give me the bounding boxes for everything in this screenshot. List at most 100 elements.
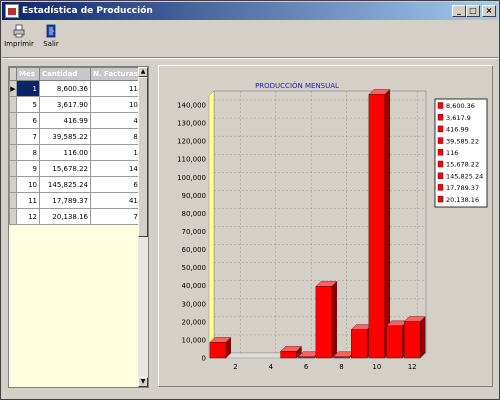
table-row[interactable]: 8 116.00 1 [9, 144, 141, 161]
table-header-row: Mes Cantidad N. Facturas [9, 67, 141, 81]
cell-facturas[interactable]: 7 [90, 208, 141, 225]
table-row[interactable]: 12 20,138.16 7 [9, 208, 141, 225]
y-tick-label: 120,000 [177, 138, 206, 146]
cell-mes[interactable]: 10 [16, 176, 40, 193]
cell-mes[interactable]: 9 [16, 160, 40, 177]
y-tick-label: 90,000 [182, 192, 207, 200]
table-row[interactable]: 9 15,678.22 14 [9, 160, 141, 177]
cell-cantidad[interactable]: 17,789.37 [39, 192, 91, 209]
cell-mes[interactable]: 12 [16, 208, 40, 225]
y-tick-label: 80,000 [182, 210, 207, 218]
cell-cantidad[interactable]: 3,617.90 [39, 96, 91, 113]
cell-facturas[interactable]: 11 [90, 80, 141, 97]
vertical-scrollbar[interactable]: ▲ ▼ [138, 67, 148, 387]
cell-mes[interactable]: 5 [16, 96, 40, 113]
legend-entry: 3,617.9 [446, 114, 471, 122]
chart-title: PRODUCCIÓN MENSUAL [255, 81, 339, 90]
legend-swatch [437, 195, 444, 203]
column-header-cantidad[interactable]: Cantidad [39, 67, 91, 81]
cell-cantidad[interactable]: 39,585.22 [39, 128, 91, 145]
y-tick-label: 10,000 [182, 336, 207, 344]
exit-door-icon [46, 24, 56, 38]
legend-entry: 116 [446, 149, 458, 157]
scroll-up-arrow[interactable]: ▲ [138, 67, 148, 77]
legend-swatch [437, 149, 444, 156]
scroll-down-arrow[interactable]: ▼ [138, 377, 148, 387]
cell-cantidad[interactable]: 416.99 [39, 112, 91, 129]
y-tick-label: 30,000 [182, 300, 207, 308]
legend-entry: 145,825.24 [446, 172, 483, 180]
x-tick-label: 2 [233, 363, 237, 371]
legend-entry: 8,600.36 [446, 102, 475, 110]
data-table: Mes Cantidad N. Facturas ▶ 1 8,600.36 11 5 3,… [9, 67, 141, 225]
cell-facturas[interactable]: 10 [90, 96, 141, 113]
legend-swatch [437, 125, 444, 133]
cell-mes[interactable]: 11 [16, 192, 40, 209]
cell-cantidad[interactable]: 145,825.24 [39, 176, 91, 193]
row-indicator [9, 96, 17, 113]
minimize-button[interactable]: _ [452, 5, 466, 17]
cell-facturas[interactable]: 41 [90, 192, 141, 209]
x-tick-label: 10 [372, 363, 381, 371]
close-button[interactable]: × [482, 5, 496, 17]
row-indicator [9, 144, 17, 161]
exit-label: Salir [43, 40, 59, 48]
y-tick-label: 0 [202, 355, 206, 363]
cell-facturas[interactable]: 6 [90, 176, 141, 193]
printer-icon [13, 24, 25, 38]
toolbar: Imprimir Salir [2, 21, 498, 55]
row-indicator [9, 192, 17, 209]
table-row[interactable]: 7 39,585.22 8 [9, 128, 141, 145]
print-label: Imprimir [4, 40, 34, 48]
y-tick-label: 60,000 [182, 246, 207, 254]
legend-swatch [437, 137, 444, 144]
y-tick-label: 130,000 [177, 120, 206, 128]
cell-mes[interactable]: 1 [16, 80, 40, 97]
bar [209, 336, 232, 359]
row-indicator [9, 128, 17, 145]
bar [403, 316, 426, 359]
cell-cantidad[interactable]: 20,138.16 [39, 208, 91, 225]
cell-mes[interactable]: 7 [16, 128, 40, 145]
cell-mes[interactable]: 8 [16, 144, 40, 161]
row-indicator-header [9, 67, 17, 81]
cell-cantidad[interactable]: 15,678.22 [39, 160, 91, 177]
data-grid[interactable]: Mes Cantidad N. Facturas ▶ 1 8,600.36 11 5 3,… [8, 66, 149, 388]
table-row[interactable]: 11 17,789.37 41 [9, 192, 141, 209]
x-tick-label: 4 [269, 363, 274, 371]
x-tick-label: 12 [408, 363, 417, 371]
x-tick-label: 6 [304, 363, 309, 371]
table-row[interactable]: ▶ 1 8,600.36 11 [9, 80, 141, 97]
app-window: Estadística de Producción _ □ × Imprimir… [0, 0, 500, 400]
legend-swatch [437, 160, 444, 168]
table-row[interactable]: 10 145,825.24 6 [9, 176, 141, 193]
exit-button[interactable]: Salir [34, 23, 68, 53]
column-header-mes[interactable]: Mes [16, 67, 40, 81]
legend-swatch [437, 102, 444, 109]
cell-cantidad[interactable]: 8,600.36 [39, 80, 91, 97]
cell-facturas[interactable]: 14 [90, 160, 141, 177]
print-button[interactable]: Imprimir [2, 23, 36, 53]
cell-mes[interactable]: 6 [16, 112, 40, 129]
column-header-facturas[interactable]: N. Facturas [90, 67, 141, 81]
legend-entry: 15,678.22 [446, 161, 479, 169]
maximize-button[interactable]: □ [466, 5, 480, 17]
app-icon [5, 4, 19, 18]
table-row[interactable]: 5 3,617.90 10 [9, 96, 141, 113]
cell-cantidad[interactable]: 116.00 [39, 144, 91, 161]
x-tick-label: 8 [339, 363, 343, 371]
cell-facturas[interactable]: 8 [90, 128, 141, 145]
y-tick-label: 40,000 [182, 282, 207, 290]
row-indicator [9, 160, 17, 177]
legend-swatch [437, 172, 444, 179]
scroll-thumb[interactable] [138, 77, 148, 237]
cell-facturas[interactable]: 4 [90, 112, 141, 129]
title-bar: Estadística de Producción _ □ × [2, 2, 498, 20]
legend-entry: 20,138.16 [446, 196, 479, 204]
chart-panel: PRODUCCIÓN MENSUAL 0 10,000 20,000 30,000 40… [158, 65, 493, 387]
table-row[interactable]: 6 416.99 4 [9, 112, 141, 129]
cell-facturas[interactable]: 1 [90, 144, 141, 161]
y-tick-label: 70,000 [182, 228, 207, 236]
legend-entry: 17,789.37 [446, 184, 479, 192]
row-indicator [9, 176, 17, 193]
